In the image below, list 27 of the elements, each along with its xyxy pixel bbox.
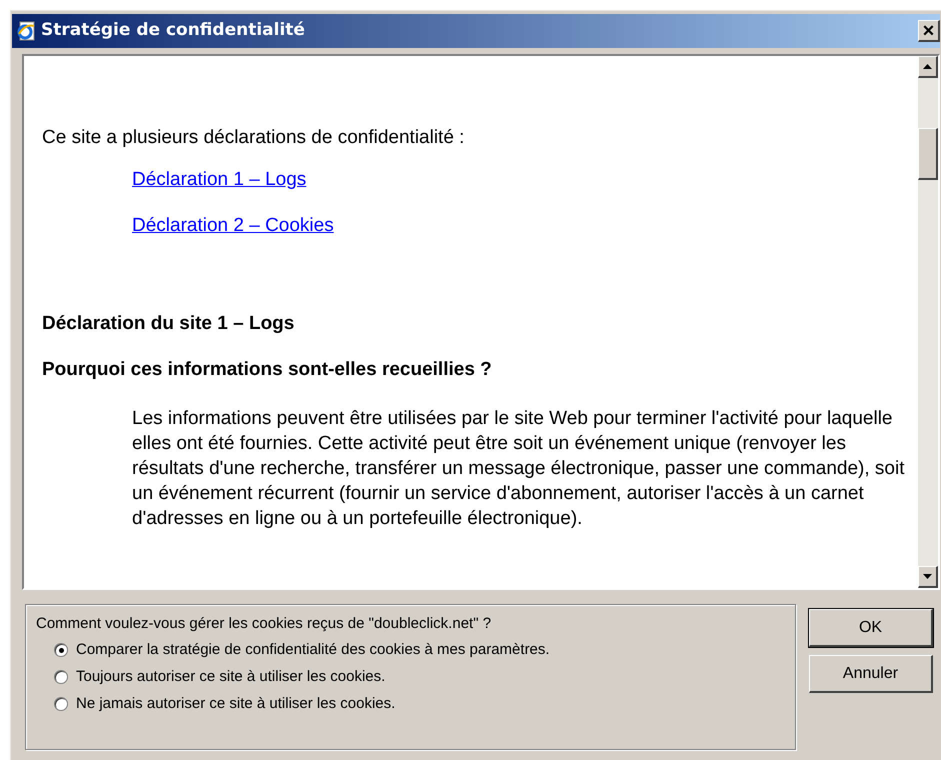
option-label: Ne jamais autoriser ce site à utiliser les cookies. [76, 695, 396, 713]
dialog-button[interactable]: Annuler [809, 655, 933, 693]
scroll-thumb[interactable] [918, 128, 938, 180]
intro-text: Ce site a plusieurs déclarations de confidentialité : [42, 126, 466, 150]
declaration-link[interactable]: Déclaration 2 – Cookies [132, 214, 334, 238]
down-arrow-icon [923, 574, 932, 579]
cookie-question: Comment voulez-vous gérer les cookies reçus de "doubleclick.net" ? [36, 615, 492, 633]
scroll-up-button[interactable] [918, 56, 938, 78]
radio-option[interactable]: Toujours autoriser ce site à utiliser les cookies. [54, 668, 795, 686]
scroll-down-button[interactable] [918, 566, 938, 588]
section-heading: Déclaration du site 1 – Logs [42, 312, 296, 336]
question-heading: Pourquoi ces informations sont-elles recueillies ? [42, 358, 493, 382]
close-button[interactable]: × [918, 20, 940, 42]
option-label: Toujours autoriser ce site à utiliser les cookies. [76, 668, 386, 686]
radio-button[interactable] [54, 670, 68, 684]
up-arrow-icon [923, 64, 932, 69]
declaration-link[interactable]: Déclaration 1 – Logs [132, 168, 306, 192]
paragraph-text: Les informations peuvent être utilisées par le site Web pour terminer l'activité pour laquelle elles ont été fournies. Cette activité peut être soit un événement unique (renvoyer les résultats d'une recherche, transférer un message électronique, passer une commande), soit un événement récurrent (fournir un service d'abonnement, autoriser l'accès à un carnet d'adresses en ligne ou à un portefeuille électronique). [131, 407, 906, 531]
scrollbar[interactable] [918, 56, 938, 588]
option-label: Comparer la stratégie de confidentialité des cookies à mes paramètres. [76, 641, 550, 659]
dialog-button[interactable]: OK [809, 609, 933, 647]
radio-button[interactable] [54, 643, 68, 657]
radio-option[interactable]: Ne jamais autoriser ce site à utiliser les cookies. [54, 695, 795, 713]
radio-option[interactable]: Comparer la stratégie de confidentialité des cookies à mes paramètres. [54, 641, 795, 659]
browser-icon [15, 20, 37, 42]
window-title: Stratégie de confidentialité [41, 19, 305, 42]
radio-button[interactable] [54, 697, 68, 711]
